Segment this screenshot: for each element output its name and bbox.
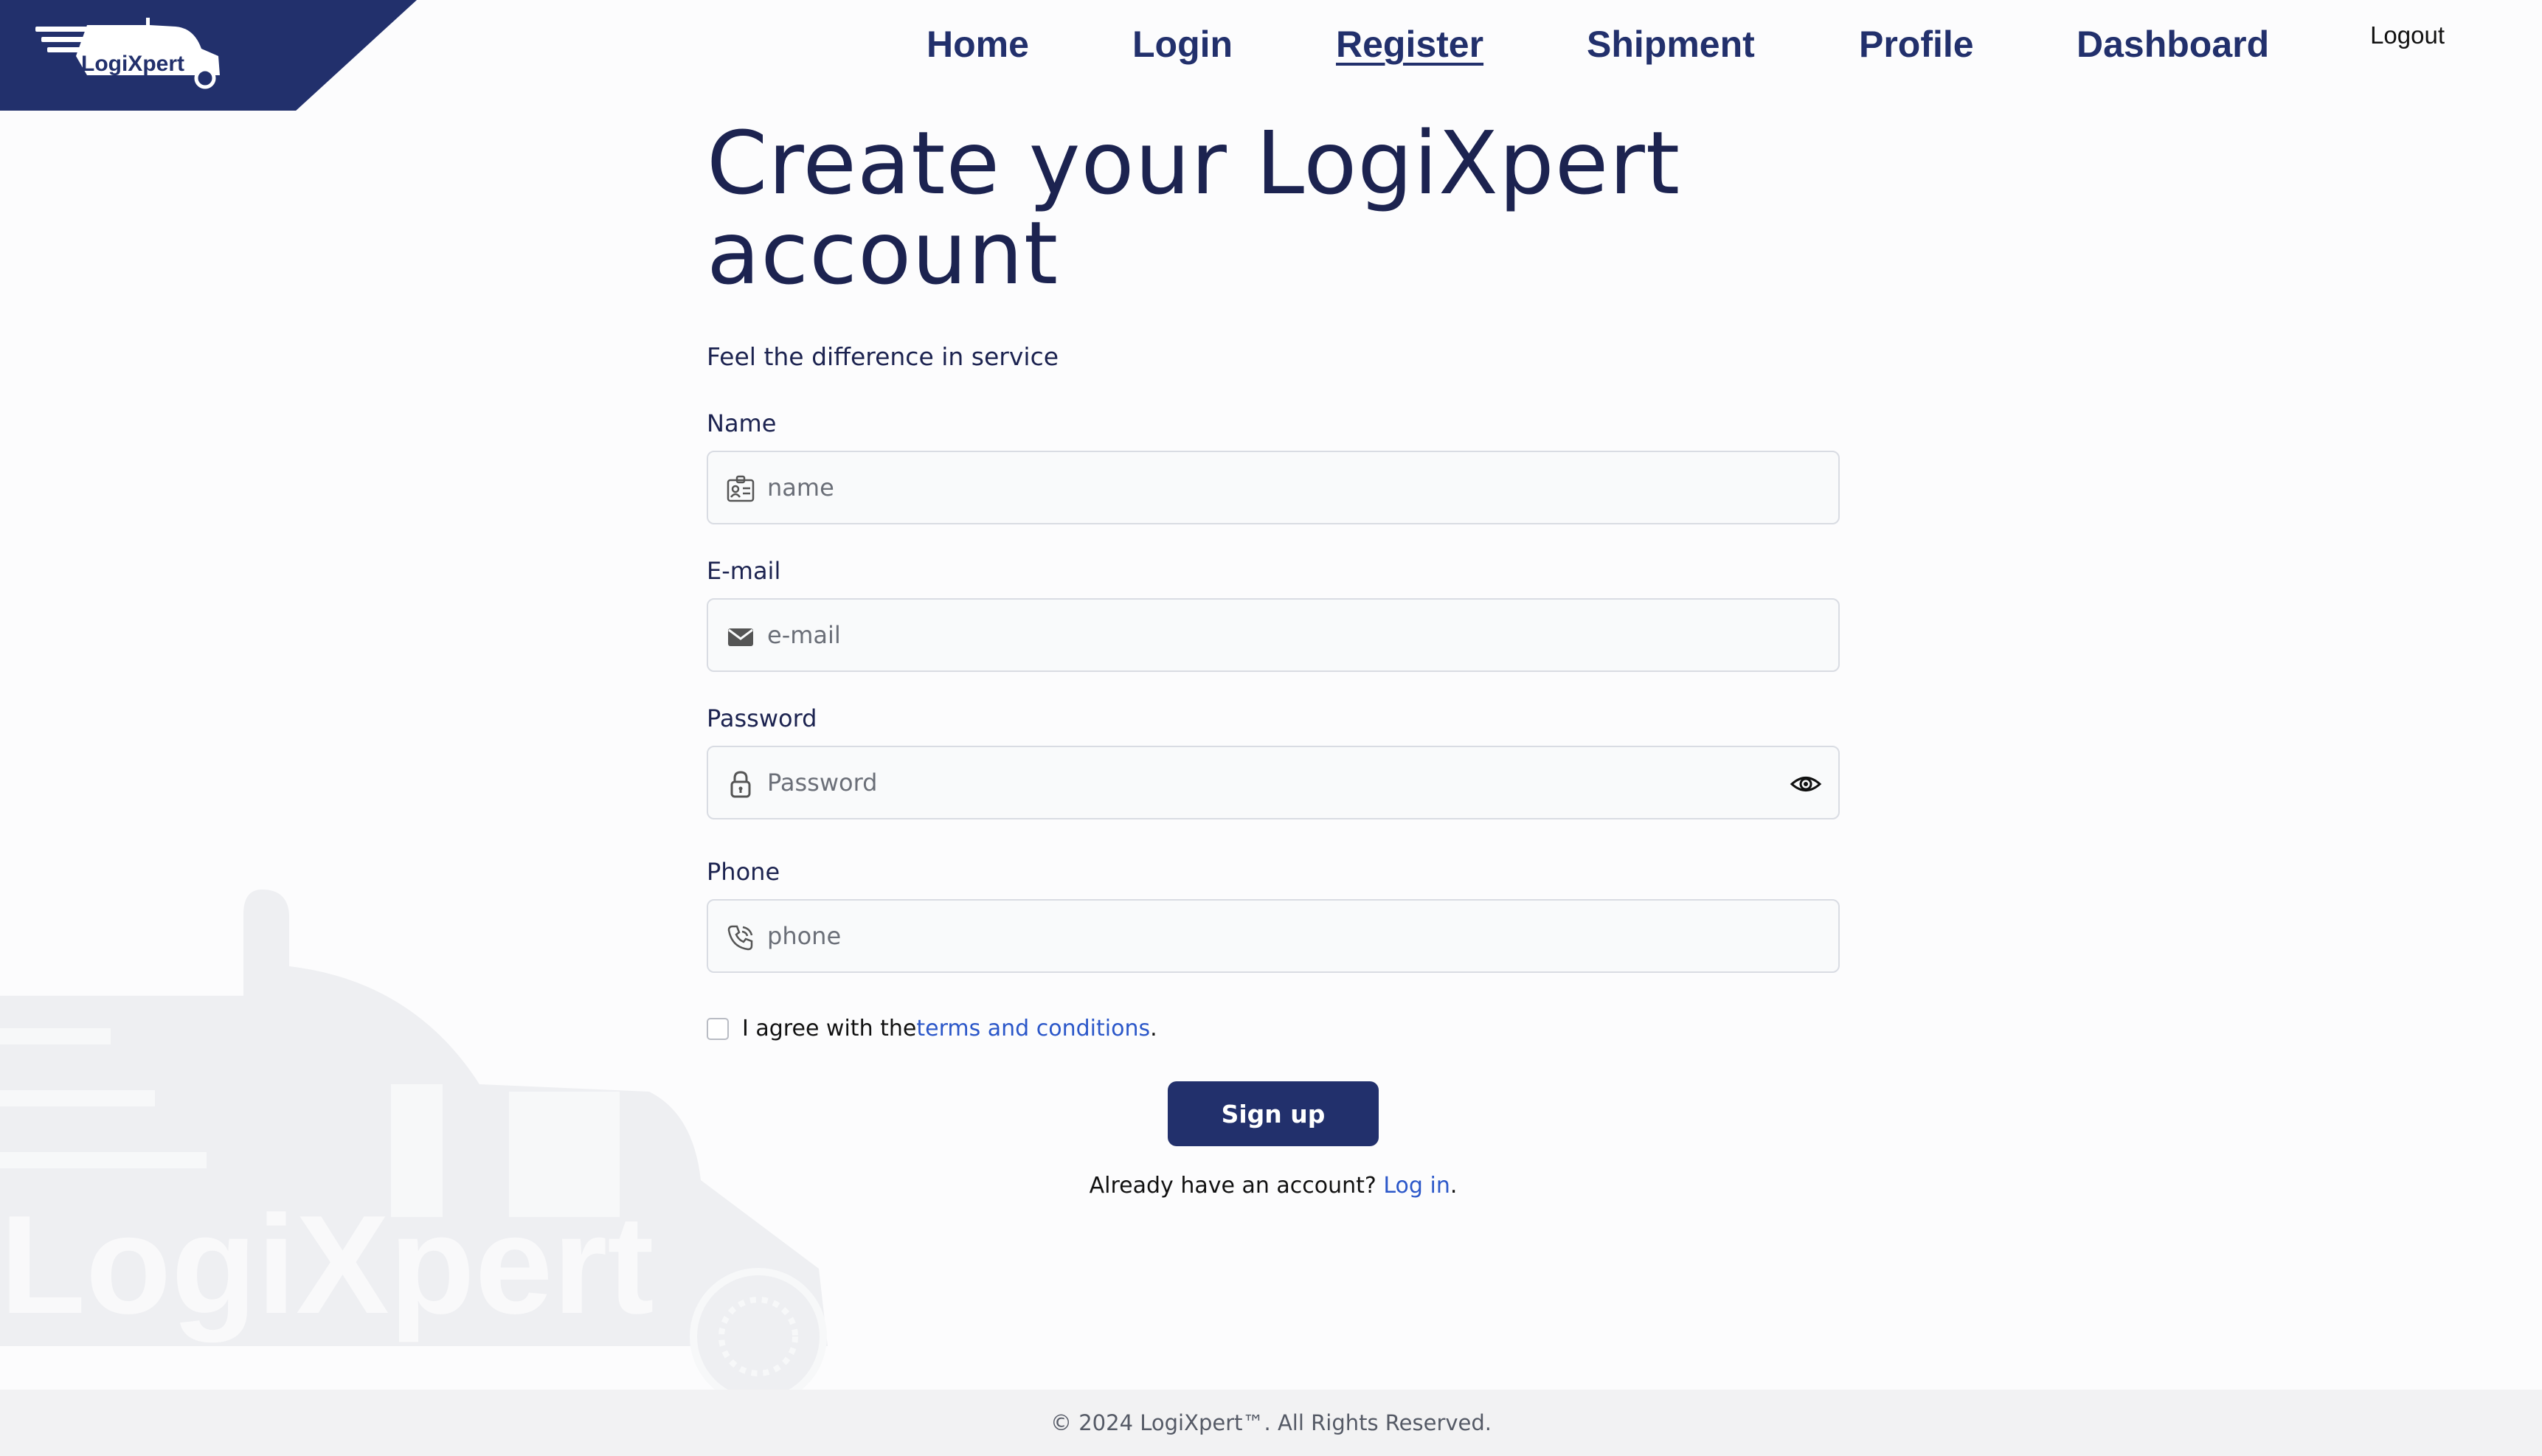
login-prompt-suffix: .	[1450, 1173, 1458, 1199]
name-label: Name	[707, 409, 777, 437]
nav-shipment[interactable]: Shipment	[1587, 18, 1755, 71]
terms-prefix: I agree with the	[742, 1016, 917, 1041]
email-field-box	[707, 598, 1840, 672]
password-label: Password	[707, 704, 817, 732]
login-link[interactable]: Log in	[1383, 1173, 1450, 1199]
register-page: LogiXpert Home Login Register Shipment P…	[0, 0, 2542, 1456]
terms-checkbox[interactable]	[707, 1017, 729, 1040]
terms-row: I agree with the terms and conditions .	[707, 1016, 1840, 1041]
main-nav: Home Login Register Shipment Profile Das…	[0, 0, 2542, 111]
nav-profile[interactable]: Profile	[1859, 18, 1974, 71]
password-field-box	[707, 746, 1840, 819]
envelope-icon	[728, 628, 753, 646]
eye-icon[interactable]	[1790, 771, 1822, 797]
login-prompt-text: Already have an account?	[1089, 1173, 1384, 1199]
name-group: Name	[707, 409, 1840, 524]
email-input[interactable]	[767, 600, 1770, 670]
signup-button[interactable]: Sign up	[1168, 1081, 1379, 1146]
page-title: Create your LogiXpert account	[707, 112, 1681, 304]
nav-login[interactable]: Login	[1132, 18, 1233, 71]
footer: © 2024 LogiXpert™. All Rights Reserved.	[0, 1390, 2542, 1456]
email-group: E-mail	[707, 557, 1840, 672]
signup-row: Sign up	[707, 1081, 1840, 1146]
nav-home[interactable]: Home	[927, 18, 1029, 71]
copyright-text: © 2024 LogiXpert™. All Rights Reserved.	[1050, 1410, 1492, 1435]
phone-icon	[727, 925, 753, 951]
phone-label: Phone	[707, 858, 780, 886]
id-card-icon	[727, 475, 755, 502]
nav-dashboard[interactable]: Dashboard	[2077, 18, 2269, 71]
login-prompt: Already have an account? Log in.	[707, 1173, 1840, 1199]
password-input[interactable]	[767, 747, 1770, 818]
phone-field-box	[707, 899, 1840, 973]
watermark-text: LogiXpert	[0, 1187, 654, 1343]
phone-group: Phone	[707, 858, 1840, 973]
phone-input[interactable]	[767, 901, 1770, 971]
name-field-box	[707, 451, 1840, 524]
logout-button[interactable]: Logout	[2370, 16, 2445, 55]
name-input[interactable]	[767, 452, 1770, 523]
page-subtitle: Feel the difference in service	[707, 342, 1059, 371]
password-group: Password	[707, 704, 1840, 819]
lock-icon	[730, 771, 751, 798]
terms-suffix: .	[1150, 1016, 1157, 1041]
email-label: E-mail	[707, 557, 781, 585]
register-form: Create your LogiXpert account Feel the d…	[707, 118, 1840, 1199]
nav-register[interactable]: Register	[1336, 18, 1483, 71]
terms-link[interactable]: terms and conditions	[916, 1016, 1150, 1041]
